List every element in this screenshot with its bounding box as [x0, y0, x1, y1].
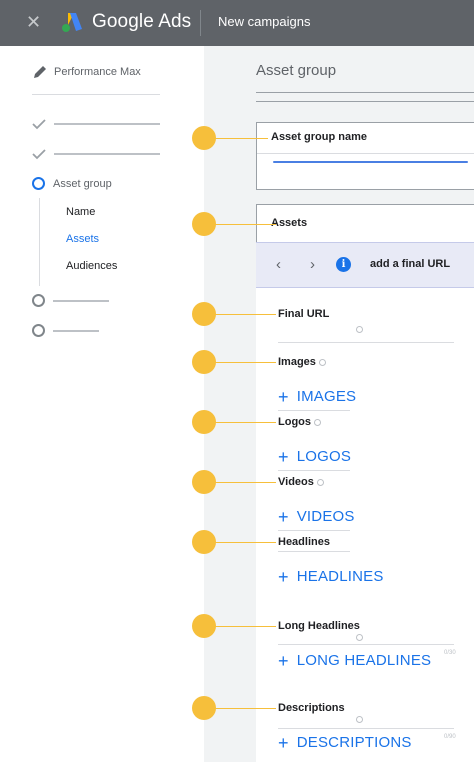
divider	[256, 101, 474, 102]
callout-marker	[192, 212, 216, 236]
main-content: Asset group Asset group name Assets ‹ › …	[204, 46, 474, 762]
step-pending-2[interactable]	[32, 324, 99, 337]
divider	[256, 92, 474, 93]
app-title: Google Ads	[92, 11, 192, 32]
long-headlines-input[interactable]	[278, 728, 454, 729]
check-icon	[32, 119, 46, 130]
divider	[278, 551, 350, 552]
callout-marker	[192, 350, 216, 374]
callout-leader	[214, 314, 276, 315]
plus-icon: +	[278, 446, 289, 467]
chevron-left-icon[interactable]: ‹	[276, 256, 281, 273]
help-icon[interactable]	[356, 326, 363, 333]
descriptions-label: Descriptions	[278, 702, 345, 714]
help-icon[interactable]	[314, 418, 321, 426]
callout-marker	[192, 302, 216, 326]
step-asset-group-label: Asset group	[53, 177, 112, 190]
long-headlines-label: Long Headlines	[278, 620, 360, 632]
callout-leader	[214, 626, 276, 627]
left-nav: Performance Max Asset group Name Assets …	[0, 46, 204, 762]
sub-item-name[interactable]: Name	[66, 206, 95, 218]
assets-card: Assets	[256, 204, 474, 244]
callout-marker	[192, 126, 216, 150]
step-placeholder	[54, 123, 160, 125]
add-videos-button[interactable]: + VIDEOS	[278, 506, 355, 527]
final-url-banner-text: add a final URL	[370, 258, 451, 270]
plus-icon: +	[278, 386, 289, 407]
long-headlines-counter: 0/90	[444, 734, 456, 740]
asset-group-name-input[interactable]	[273, 161, 468, 163]
asset-group-name-card: Asset group name	[256, 122, 474, 190]
check-icon	[32, 149, 46, 160]
callout-leader	[214, 482, 276, 483]
step-placeholder	[53, 299, 109, 302]
divider	[32, 94, 160, 95]
google-ads-logo	[62, 13, 82, 32]
pending-step-circle-icon	[32, 294, 45, 307]
tree-line	[39, 198, 40, 286]
callout-leader	[214, 138, 268, 139]
step-placeholder	[54, 153, 160, 155]
plus-icon: +	[278, 566, 289, 587]
asset-group-name-label: Asset group name	[271, 131, 367, 143]
step-completed-1[interactable]	[32, 118, 160, 130]
step-completed-2[interactable]	[32, 148, 160, 160]
add-logos-button[interactable]: + LOGOS	[278, 446, 351, 467]
step-placeholder	[53, 329, 99, 332]
campaign-title: New campaigns	[218, 14, 311, 29]
campaign-type-label: Performance Max	[54, 66, 141, 78]
help-icon[interactable]	[356, 634, 363, 641]
videos-label: Videos	[278, 476, 324, 488]
close-icon[interactable]: ✕	[26, 11, 41, 33]
help-icon[interactable]	[318, 358, 326, 366]
callout-marker	[192, 614, 216, 638]
plus-icon: +	[278, 506, 289, 527]
help-icon[interactable]	[316, 478, 324, 486]
callout-marker	[192, 470, 216, 494]
divider	[278, 470, 350, 471]
headlines-label: Headlines	[278, 536, 330, 548]
callout-leader	[214, 708, 276, 709]
add-headlines-button[interactable]: + HEADLINES	[278, 566, 384, 587]
page-title: Asset group	[256, 62, 337, 79]
sub-item-assets[interactable]: Assets	[66, 233, 99, 245]
callout-marker	[192, 696, 216, 720]
assets-fields: Final URL Images + IMAGES Logos + LOGOS Vi…	[256, 288, 474, 762]
callout-leader	[214, 542, 276, 543]
callout-leader	[214, 422, 276, 423]
callout-marker	[192, 530, 216, 554]
callout-leader	[214, 224, 276, 225]
divider	[278, 410, 350, 411]
add-descriptions-button[interactable]: + DESCRIPTIONS	[278, 732, 412, 753]
headlines-input[interactable]	[278, 644, 454, 645]
assets-label: Assets	[271, 217, 308, 229]
logos-label: Logos	[278, 416, 321, 428]
callout-leader	[214, 362, 276, 363]
headlines-counter: 0/30	[444, 650, 456, 656]
plus-icon: +	[278, 732, 289, 753]
add-long-headlines-button[interactable]: + LONG HEADLINES	[278, 650, 431, 671]
topbar-divider	[200, 10, 201, 36]
final-url-banner: ‹ › i add a final URL	[256, 242, 474, 288]
callout-marker	[192, 410, 216, 434]
pending-step-circle-icon	[32, 324, 45, 337]
add-images-button[interactable]: + IMAGES	[278, 386, 356, 407]
final-url-label: Final URL	[278, 308, 330, 320]
active-step-circle-icon	[32, 177, 45, 190]
divider	[278, 530, 350, 531]
chevron-right-icon[interactable]: ›	[310, 256, 315, 273]
images-label: Images	[278, 356, 326, 368]
step-asset-group[interactable]: Asset group	[32, 177, 112, 190]
plus-icon: +	[278, 650, 289, 671]
final-url-input[interactable]	[278, 342, 454, 343]
help-icon[interactable]	[356, 716, 363, 723]
sub-item-audiences[interactable]: Audiences	[66, 260, 117, 272]
info-icon: i	[336, 257, 351, 272]
step-pending-1[interactable]	[32, 294, 109, 307]
pencil-icon	[34, 66, 46, 78]
campaign-type-row[interactable]: Performance Max	[32, 64, 141, 80]
top-bar: ✕ Google Ads New campaigns	[0, 0, 474, 46]
